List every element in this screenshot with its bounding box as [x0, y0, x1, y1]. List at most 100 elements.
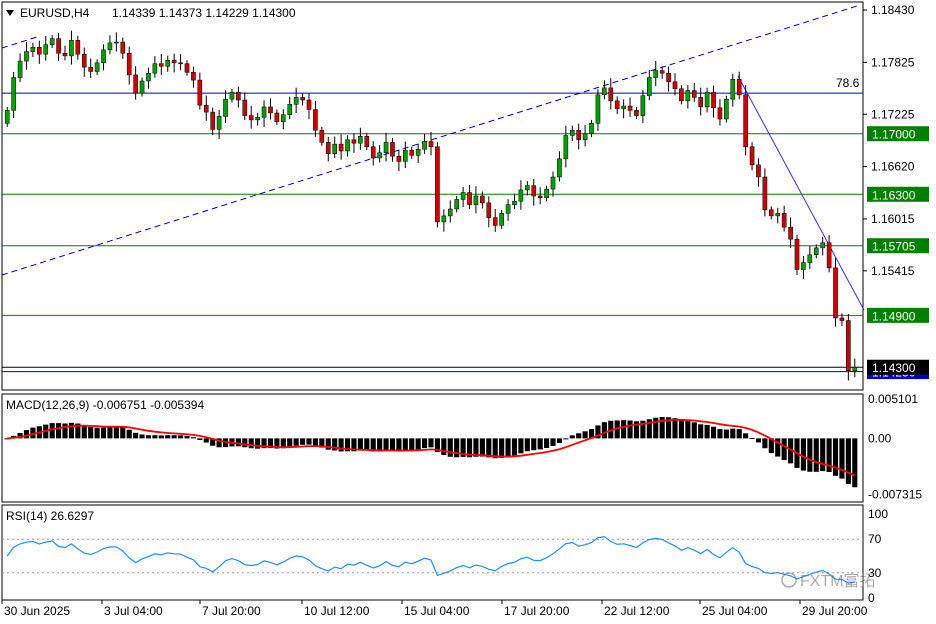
macd-bar: [171, 435, 177, 439]
candle-up: [582, 133, 588, 141]
macd-bar: [389, 438, 396, 451]
price-chart[interactable]: 1.170001.163001.157051.149001.142501.143…: [0, 0, 936, 624]
candle-down: [627, 105, 633, 111]
macd-bar: [672, 418, 678, 439]
rsi-tick-label: 0: [868, 591, 875, 605]
x-tick-label: 22 Jul 12:00: [604, 604, 670, 618]
candle-down: [634, 110, 639, 116]
candle-down: [364, 136, 370, 147]
y-tick-label: 1.17825: [871, 55, 915, 69]
macd-bar: [197, 438, 203, 440]
macd-bar: [505, 438, 511, 457]
candle-up: [505, 204, 511, 214]
macd-tick-label: -0.007315: [868, 488, 922, 502]
candle-up: [447, 208, 453, 217]
macd-bar: [730, 428, 736, 439]
macd-bar: [100, 427, 107, 439]
candle-up: [101, 49, 106, 64]
candle-down: [313, 109, 318, 131]
candle-down: [679, 88, 684, 102]
candle-down: [788, 226, 793, 240]
y-tick-label: 1.18430: [871, 3, 915, 17]
macd-bar: [152, 435, 158, 439]
candle-down: [833, 267, 838, 319]
macd-bar: [312, 438, 318, 446]
candle-down: [396, 155, 402, 162]
macd-bar: [852, 438, 858, 488]
candle-up: [820, 242, 825, 249]
macd-bar: [306, 438, 312, 445]
candle-up: [685, 90, 691, 102]
macd-bar: [248, 438, 254, 449]
candle-down: [691, 90, 697, 98]
candle-up: [441, 215, 447, 223]
candle-down: [159, 63, 164, 67]
macd-bar: [94, 427, 100, 439]
candle-up: [563, 135, 569, 160]
macd-bar: [190, 437, 196, 439]
macd-bar: [569, 435, 575, 439]
macd-bar: [845, 438, 851, 484]
macd-bar: [839, 438, 845, 479]
candle-down: [184, 63, 190, 73]
candle-up: [569, 130, 575, 136]
candle-up: [525, 185, 530, 191]
candle-up: [114, 41, 119, 44]
candle-down: [242, 99, 248, 116]
candle-down: [794, 238, 800, 270]
candle-up: [801, 262, 806, 270]
chart-background: [0, 0, 936, 624]
candle-down: [133, 74, 138, 94]
candle-up: [499, 213, 504, 226]
candle-up: [813, 247, 819, 256]
candle-down: [300, 97, 305, 101]
macd-bar: [447, 438, 453, 457]
macd-label: MACD(12,26,9) -0.006751 -0.005394: [6, 398, 204, 412]
macd-bar: [113, 426, 119, 439]
macd-bar: [255, 438, 261, 449]
watermark-text: FXTM富拓: [800, 572, 876, 590]
macd-bar: [717, 429, 723, 439]
macd-bar: [145, 435, 152, 439]
candle-up: [704, 91, 710, 108]
macd-bar: [120, 427, 126, 439]
macd-bar: [736, 429, 742, 439]
candle-up: [24, 51, 29, 62]
macd-bar: [62, 423, 68, 439]
macd-bar: [820, 438, 826, 472]
y-tick-label: 1.16620: [871, 160, 915, 174]
candle-down: [75, 40, 81, 55]
candle-up: [602, 87, 607, 96]
candle-up: [512, 200, 517, 205]
macd-bar: [235, 438, 241, 447]
macd-bar: [68, 422, 74, 439]
macd-bar: [415, 438, 421, 450]
candle-up: [281, 114, 286, 122]
macd-bar: [165, 435, 171, 439]
candle-up: [345, 139, 350, 152]
macd-bar: [396, 438, 402, 452]
macd-bar: [511, 438, 518, 456]
candle-up: [589, 123, 594, 134]
macd-bar: [813, 438, 819, 472]
x-tick-label: 17 Jul 20:00: [504, 604, 570, 618]
macd-bar: [749, 437, 755, 439]
candle-down: [743, 94, 748, 147]
rsi-tick-label: 70: [868, 532, 882, 546]
candle-up: [653, 70, 659, 78]
macd-bar: [704, 424, 710, 439]
fib-level-label: 78.6: [836, 76, 860, 90]
macd-bar: [685, 420, 691, 439]
macd-bar: [563, 438, 569, 440]
macd-bar: [691, 422, 697, 439]
candle-up: [152, 63, 158, 74]
y-tick-label: 1.15415: [871, 264, 915, 278]
macd-tick-label: 0.00: [868, 431, 892, 445]
candle-down: [248, 115, 254, 121]
candle-up: [422, 141, 427, 150]
macd-bar: [49, 423, 55, 439]
candle-down: [351, 139, 357, 144]
candle-up: [11, 77, 16, 111]
x-tick-label: 7 Jul 20:00: [202, 604, 261, 618]
candle-down: [236, 91, 241, 101]
